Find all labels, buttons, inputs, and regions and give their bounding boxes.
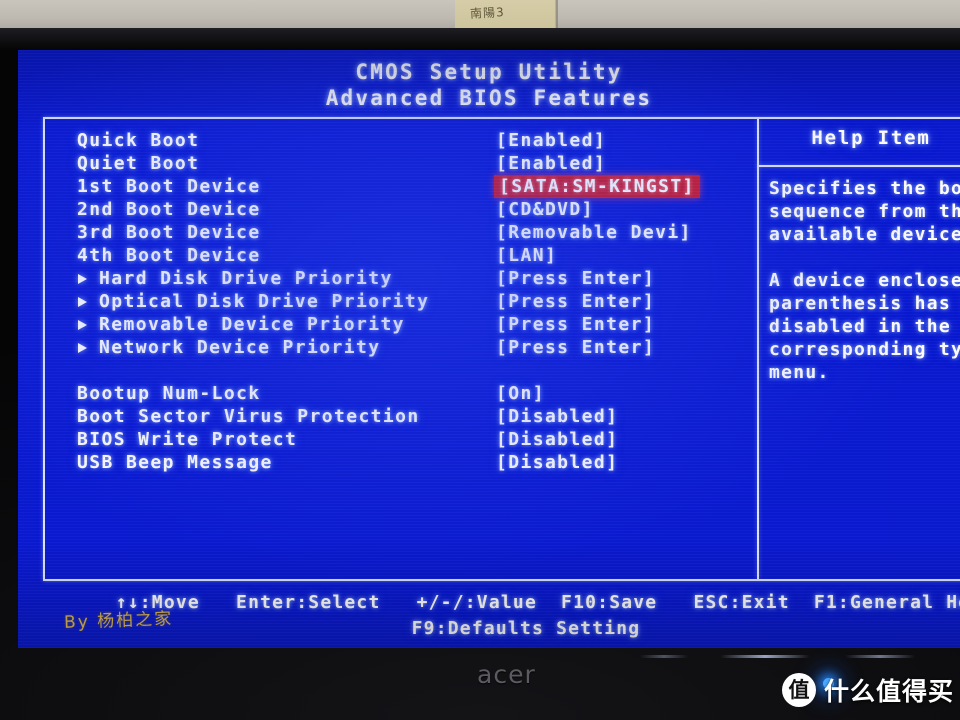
help-panel-text: Specifies the boo sequence from the availa… — [769, 177, 960, 384]
settings-list: Quick Boot [Enabled] Quiet Boot [Enabled] 1s… — [59, 129, 749, 474]
settings-row[interactable]: Bootup Num-Lock [On] — [59, 382, 749, 405]
settings-row[interactable]: 2nd Boot Device [CD&DVD] — [59, 198, 749, 221]
settings-row[interactable]: Removable Device Priority [Press Enter] — [59, 313, 749, 336]
bezel-reflection-3 — [640, 655, 688, 658]
setting-label: 3rd Boot Device — [77, 222, 261, 243]
settings-row-spacer — [59, 359, 749, 382]
setting-label: Boot Sector Virus Protection — [77, 406, 420, 427]
submenu-arrow-icon — [78, 297, 87, 307]
settings-row[interactable]: 3rd Boot Device [Removable Devi] — [59, 221, 749, 244]
help-line-gap — [769, 246, 960, 269]
help-line: disabled in the — [769, 316, 952, 337]
settings-row[interactable]: Network Device Priority [Press Enter] — [59, 336, 749, 359]
setting-label: Removable Device Priority — [99, 314, 405, 335]
site-watermark-text: 什么值得买 — [824, 677, 955, 706]
setting-label: BIOS Write Protect — [77, 429, 298, 450]
setting-label: 4th Boot Device — [77, 245, 261, 266]
settings-row[interactable]: Quick Boot [Enabled] — [59, 129, 749, 152]
setting-label: USB Beep Message — [77, 452, 273, 473]
site-watermark: 值 什么值得买 — [782, 672, 954, 708]
help-line: parenthesis has b — [769, 293, 960, 314]
setting-value[interactable]: [Press Enter] — [496, 313, 655, 336]
bezel-reflection-1 — [720, 655, 810, 658]
settings-row[interactable]: 4th Boot Device [LAN] — [59, 244, 749, 267]
setting-label: Optical Disk Drive Priority — [99, 291, 430, 312]
setting-label: Quiet Boot — [77, 153, 200, 174]
key-legend: ↑↓:Move Enter:Select +/-/:Value F10:Save… — [43, 590, 960, 642]
content-frame: Quick Boot [Enabled] Quiet Boot [Enabled] 1s… — [43, 117, 960, 581]
settings-row[interactable]: Hard Disk Drive Priority [Press Enter] — [59, 267, 749, 290]
page-title: CMOS Setup Utility — [355, 60, 623, 84]
setting-label: Network Device Priority — [99, 337, 381, 358]
setting-value[interactable]: [Disabled] — [496, 405, 618, 428]
help-line: sequence from the — [769, 201, 960, 222]
setting-value[interactable]: [Disabled] — [496, 428, 618, 451]
key-legend-line-1: ↑↓:Move Enter:Select +/-/:Value F10:Save… — [115, 592, 960, 613]
bezel-reflection-2 — [845, 655, 915, 658]
setting-value[interactable]: [Disabled] — [496, 451, 618, 474]
setting-value[interactable]: [CD&DVD] — [496, 198, 594, 221]
setting-value[interactable]: [Press Enter] — [496, 290, 655, 313]
help-line: Specifies the boo — [769, 178, 960, 199]
settings-row[interactable]: Boot Sector Virus Protection [Disabled] — [59, 405, 749, 428]
panel-divider-vertical — [757, 119, 759, 579]
setting-value[interactable]: [Enabled] — [496, 129, 606, 152]
setting-value[interactable]: [LAN] — [496, 244, 557, 267]
help-title-divider — [757, 165, 960, 167]
help-line: A device enclosed — [769, 270, 960, 291]
help-line: corresponding typ — [769, 339, 960, 360]
key-legend-line-2: F9:Defaults Setting — [411, 618, 641, 639]
help-line: menu. — [769, 362, 830, 383]
bios-screen: CMOS Setup Utility Advanced BIOS Feature… — [18, 50, 960, 648]
author-watermark: By 杨柏之家 — [63, 609, 174, 633]
settings-row[interactable]: 1st Boot Device [SATA:SM-KINGST] — [59, 175, 749, 198]
submenu-arrow-icon — [78, 343, 87, 353]
setting-value[interactable]: [Removable Devi] — [496, 221, 692, 244]
setting-value[interactable]: [On] — [496, 382, 545, 405]
help-line: available devices — [769, 224, 960, 245]
bezel-sheen — [0, 28, 960, 50]
submenu-arrow-icon — [78, 320, 87, 330]
setting-value-selected[interactable]: [SATA:SM-KINGST] — [494, 175, 700, 198]
submenu-arrow-icon — [78, 274, 87, 284]
settings-row[interactable]: BIOS Write Protect [Disabled] — [59, 428, 749, 451]
setting-value[interactable]: [Press Enter] — [496, 267, 655, 290]
setting-label: 2nd Boot Device — [77, 199, 261, 220]
setting-value[interactable]: [Press Enter] — [496, 336, 655, 359]
help-panel-title: Help Item — [811, 127, 931, 149]
setting-label: Bootup Num-Lock — [77, 383, 261, 404]
setting-label: 1st Boot Device — [77, 176, 261, 197]
settings-row[interactable]: Optical Disk Drive Priority [Press Enter] — [59, 290, 749, 313]
settings-row[interactable]: Quiet Boot [Enabled] — [59, 152, 749, 175]
page-subtitle: Advanced BIOS Features — [325, 86, 653, 110]
setting-label: Hard Disk Drive Priority — [99, 268, 393, 289]
wall-note-text: 南陽3 — [469, 5, 506, 21]
screenshot-root: 南陽3 CMOS Setup Utility Advanced BIOS Fea… — [0, 0, 960, 720]
setting-label: Quick Boot — [77, 130, 200, 151]
site-watermark-badge: 值 — [782, 673, 816, 707]
setting-value[interactable]: [Enabled] — [496, 152, 606, 175]
settings-row[interactable]: USB Beep Message [Disabled] — [59, 451, 749, 474]
acer-logo: acer — [477, 660, 536, 689]
